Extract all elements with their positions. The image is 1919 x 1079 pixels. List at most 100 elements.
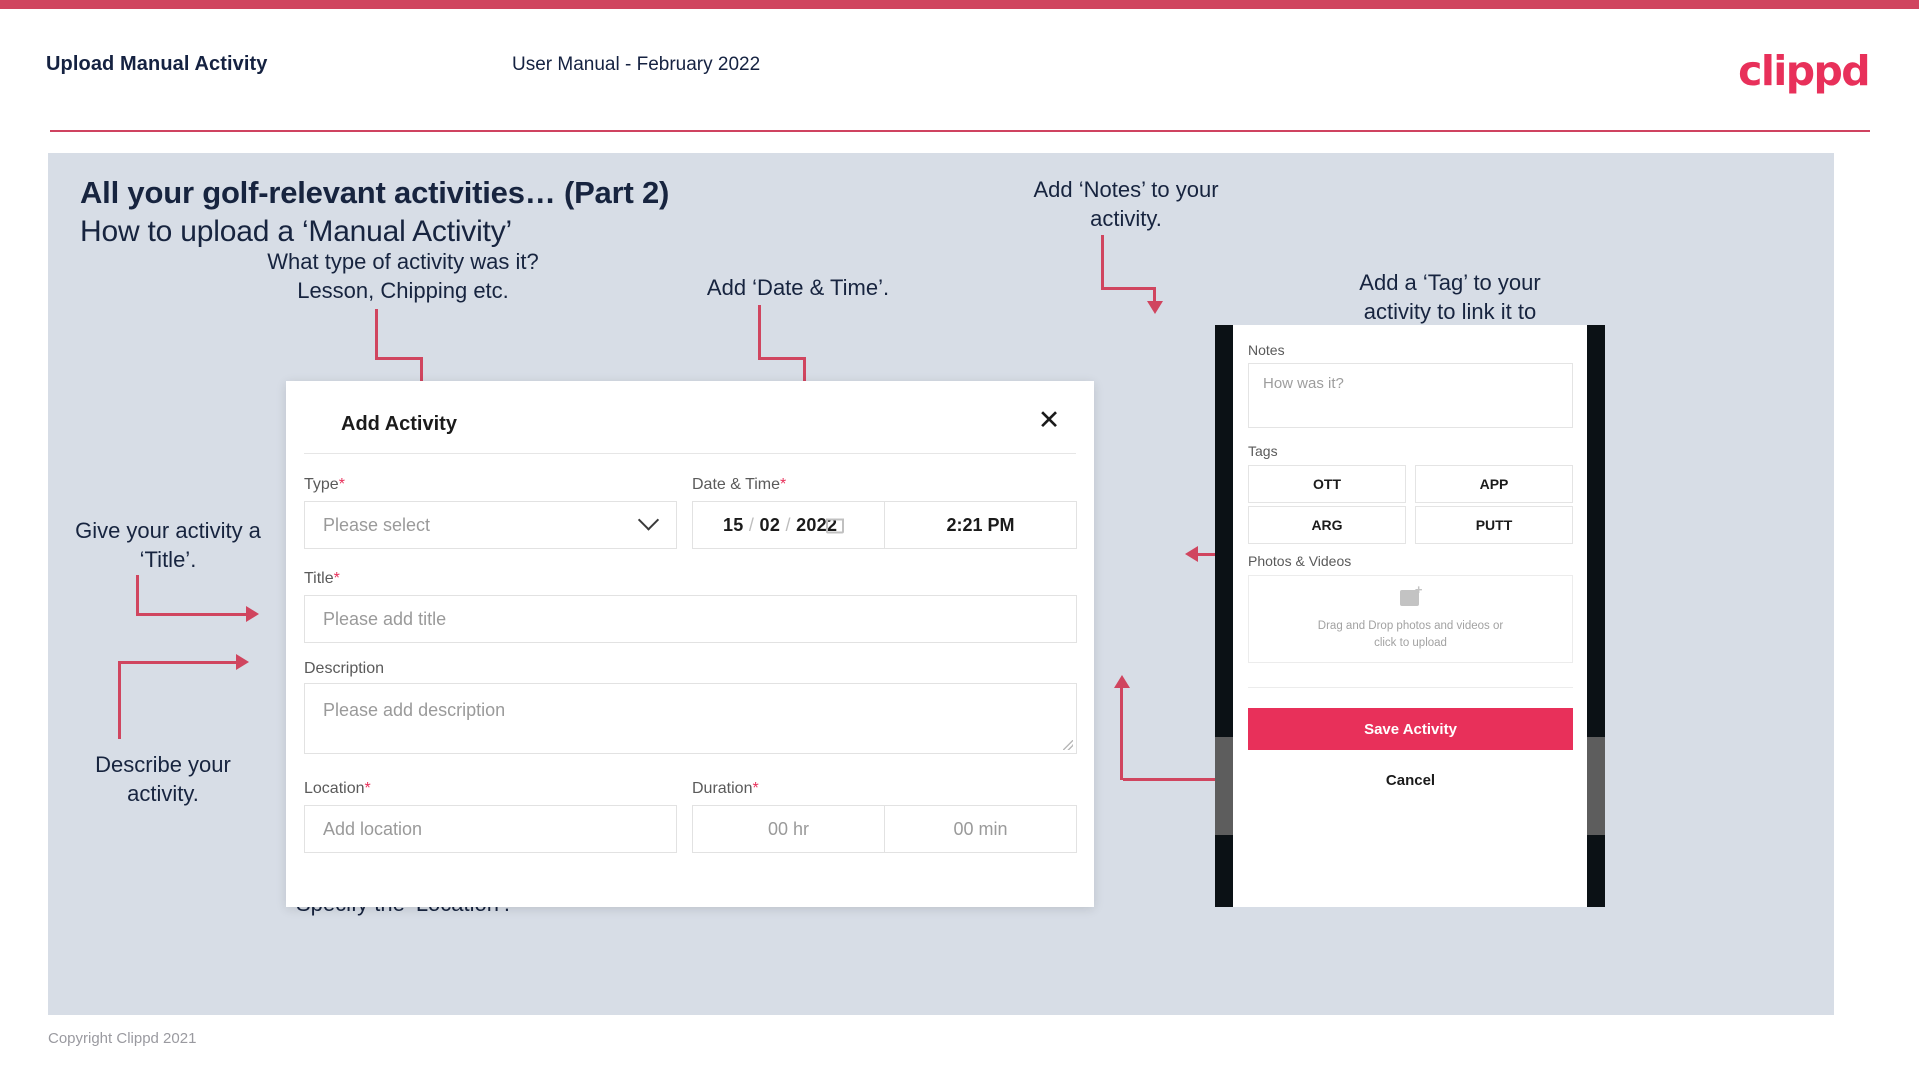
date-sep-2: / <box>780 514 797 535</box>
tag-label-arg: ARG <box>1311 517 1343 533</box>
tag-button-putt[interactable]: PUTT <box>1415 506 1573 544</box>
date-input[interactable]: 15 / 02 / 2022 <box>692 501 885 549</box>
location-placeholder: Add location <box>323 818 423 839</box>
connector-save-arrow <box>1114 675 1130 688</box>
phone-bezel-left <box>1215 325 1233 907</box>
date-sep-1: / <box>743 514 760 535</box>
duration-minutes-input[interactable]: 00 min <box>884 805 1077 853</box>
add-image-icon: + <box>1399 581 1423 606</box>
page-title: Upload Manual Activity <box>46 53 268 75</box>
duration-label-text: Duration <box>692 780 753 797</box>
save-activity-label: Save Activity <box>1364 720 1457 738</box>
connector-upload-arrow <box>1185 546 1198 562</box>
notes-placeholder: How was it? <box>1263 375 1344 392</box>
dialog-title: Add Activity <box>341 413 457 435</box>
connector-datetime-h <box>758 357 806 360</box>
type-label-text: Type <box>304 476 339 493</box>
chevron-down-icon <box>637 509 660 531</box>
connector-type-h <box>375 357 423 360</box>
connector-description-h <box>118 661 238 664</box>
connector-description-arrow <box>236 654 249 670</box>
annotation-type: What type of activity was it? Lesson, Ch… <box>267 249 539 303</box>
tag-label-putt: PUTT <box>1475 517 1513 533</box>
connector-notes-arrow <box>1147 301 1163 314</box>
cancel-button[interactable]: Cancel <box>1248 763 1573 797</box>
annotation-notes: Add ‘Notes’ to your activity. <box>1033 177 1219 231</box>
plus-icon-shape: + <box>1414 581 1423 597</box>
tag-button-arg[interactable]: ARG <box>1248 506 1406 544</box>
phone-mockup: Notes How was it? Tags OTT APP ARG PUTT … <box>1215 325 1605 907</box>
footer-copyright: Copyright Clippd 2021 <box>48 1030 197 1047</box>
location-input[interactable]: Add location <box>304 805 677 853</box>
slide-subtitle: How to upload a ‘Manual Activity’ <box>80 215 512 248</box>
add-activity-dialog: Add Activity ✕ Type* Please select Date … <box>286 381 1094 907</box>
time-input[interactable]: 2:21 PM <box>885 501 1077 549</box>
title-input[interactable]: Please add title <box>304 595 1077 643</box>
connector-datetime-v1 <box>758 305 761 357</box>
page-header: Upload Manual Activity User Manual - Feb… <box>0 9 1919 132</box>
datetime-required-mark: * <box>780 476 787 493</box>
phone-bezel-left-segment <box>1215 737 1233 835</box>
description-label-text: Description <box>304 660 385 677</box>
connector-title-h <box>136 613 248 616</box>
tag-button-app[interactable]: APP <box>1415 465 1573 503</box>
type-select[interactable]: Please select <box>304 501 677 549</box>
top-accent-bar <box>0 0 1919 9</box>
connector-type-v1 <box>375 309 378 357</box>
calendar-icon[interactable] <box>826 516 844 534</box>
title-label: Title* <box>304 570 340 588</box>
connector-save-v <box>1120 687 1123 780</box>
dropzone-text: Drag and Drop photos and videos or click… <box>1317 619 1504 649</box>
annotation-title: Give your activity a ‘Title’. <box>75 518 261 572</box>
phone-bezel-right <box>1587 325 1605 907</box>
phone-divider <box>1248 687 1573 688</box>
duration-required-mark: * <box>752 780 759 797</box>
title-placeholder: Please add title <box>323 608 447 629</box>
save-activity-button[interactable]: Save Activity <box>1248 708 1573 750</box>
clippd-logo: clippd <box>1738 47 1870 95</box>
datetime-label: Date & Time* <box>692 476 786 494</box>
photos-label: Photos & Videos <box>1248 553 1352 569</box>
close-icon[interactable]: ✕ <box>1032 403 1066 437</box>
connector-notes-v1 <box>1101 235 1104 290</box>
notes-label: Notes <box>1248 342 1285 358</box>
duration-minutes-placeholder: 00 min <box>953 818 1008 839</box>
dialog-divider <box>304 453 1076 454</box>
notes-textarea[interactable]: How was it? <box>1248 363 1573 428</box>
cancel-label: Cancel <box>1385 771 1436 789</box>
type-required-mark: * <box>338 476 345 493</box>
datetime-label-text: Date & Time <box>692 476 781 493</box>
phone-bezel-right-segment <box>1587 737 1605 835</box>
location-label-text: Location <box>304 780 365 797</box>
duration-hours-input[interactable]: 00 hr <box>692 805 885 853</box>
description-placeholder: Please add description <box>323 700 506 720</box>
header-divider <box>50 130 1870 132</box>
phone-screen: Notes How was it? Tags OTT APP ARG PUTT … <box>1233 325 1587 907</box>
connector-title-v <box>136 575 139 615</box>
type-label: Type* <box>304 476 345 494</box>
date-month: 02 <box>759 514 781 535</box>
type-placeholder: Please select <box>323 514 431 535</box>
duration-hours-placeholder: 00 hr <box>767 818 810 839</box>
connector-title-arrow <box>246 606 259 622</box>
location-required-mark: * <box>364 780 371 797</box>
title-required-mark: * <box>333 570 340 587</box>
description-label: Description <box>304 660 384 678</box>
description-textarea[interactable]: Please add description <box>304 683 1077 754</box>
annotation-description: Describe your activity. <box>95 752 231 806</box>
location-label: Location* <box>304 780 371 798</box>
tags-label: Tags <box>1248 443 1278 459</box>
date-value: 15 / 02 / 2022 <box>693 515 837 536</box>
title-label-text: Title <box>304 570 334 587</box>
connector-description-v <box>118 661 121 739</box>
tag-label-ott: OTT <box>1313 476 1341 492</box>
photo-dropzone[interactable]: + Drag and Drop photos and videos or cli… <box>1248 575 1573 663</box>
date-day: 15 <box>723 514 744 535</box>
connector-notes-h <box>1101 287 1156 290</box>
tag-button-ott[interactable]: OTT <box>1248 465 1406 503</box>
resize-handle-icon[interactable] <box>1063 740 1073 750</box>
header-subtitle: User Manual - February 2022 <box>512 54 761 75</box>
time-value: 2:21 PM <box>946 514 1015 535</box>
slide-title: All your golf-relevant activities… (Part… <box>80 175 670 210</box>
duration-label: Duration* <box>692 780 759 798</box>
